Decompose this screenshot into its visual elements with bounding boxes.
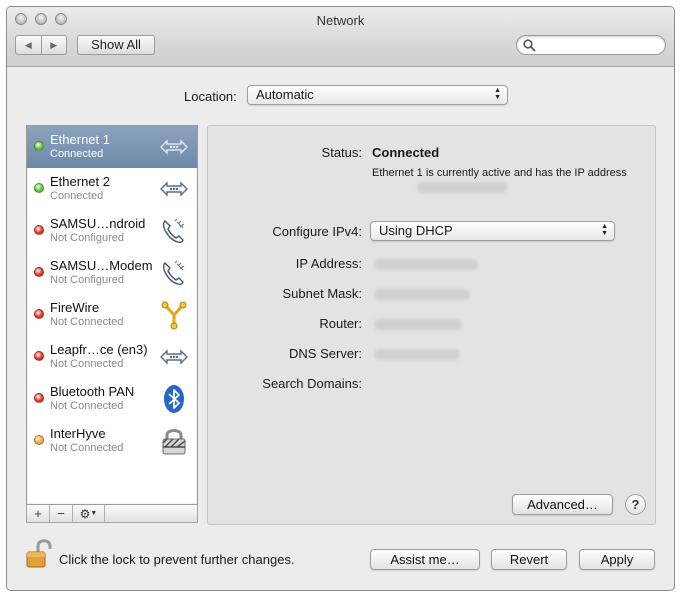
service-item-samsung-android[interactable]: SAMSU…ndroid Not Configured <box>27 210 197 252</box>
service-list-toolbar: + − ⚙ ▼ <box>26 505 198 523</box>
configure-ipv4-value: Using DHCP <box>379 223 453 238</box>
service-list: Ethernet 1 Connected Ethernet 2 Connecte… <box>26 125 198 505</box>
router-label: Router: <box>319 316 362 331</box>
status-description: Ethernet 1 is currently active and has t… <box>372 166 632 180</box>
status-dot <box>34 435 44 445</box>
phone-icon <box>162 260 185 285</box>
service-item-leapfrog-en3[interactable]: Leapfr…ce (en3) Not Connected <box>27 336 197 378</box>
service-name: Ethernet 2 <box>50 174 110 189</box>
assist-me-button[interactable]: Assist me… <box>370 549 480 570</box>
gear-icon: ⚙ <box>79 506 91 521</box>
service-status: Not Configured <box>50 274 124 286</box>
ethernet-icon <box>160 181 188 197</box>
service-name: SAMSU…ndroid <box>50 216 146 231</box>
router-value <box>374 319 462 330</box>
status-dot <box>34 309 44 319</box>
service-name: SAMSU…Modem <box>50 258 153 273</box>
window-title: Network <box>316 13 365 28</box>
service-name: FireWire <box>50 300 100 315</box>
status-dot <box>34 141 44 151</box>
service-item-bluetooth-pan[interactable]: Bluetooth PAN Not Connected <box>27 378 197 420</box>
apply-button[interactable]: Apply <box>579 549 655 570</box>
status-dot <box>34 267 44 277</box>
service-item-ethernet-2[interactable]: Ethernet 2 Connected <box>27 168 197 210</box>
chevron-down-icon: ▼ <box>90 510 98 517</box>
ip-address-label: IP Address: <box>295 256 362 271</box>
service-name: InterHyve <box>50 426 106 441</box>
service-status: Connected <box>50 190 104 202</box>
service-status: Not Configured <box>50 232 124 244</box>
configure-ipv4-label: Configure IPv4: <box>272 224 362 239</box>
status-dot <box>34 225 44 235</box>
help-button[interactable]: ? <box>625 494 646 515</box>
service-detail-pane: Status: Connected Ethernet 1 is currentl… <box>207 125 656 525</box>
configure-ipv4-popup[interactable]: Using DHCP ▲ ▼ <box>370 221 615 241</box>
lock-icon[interactable] <box>25 537 53 569</box>
search-field[interactable] <box>516 35 666 55</box>
status-description-text: Ethernet 1 is currently active and has t… <box>372 167 627 179</box>
bluetooth-icon <box>164 385 184 413</box>
service-status: Not Connected <box>50 316 124 328</box>
title-bar: Network ◀ ▶ Show All <box>7 7 674 67</box>
service-item-firewire[interactable]: FireWire Not Connected <box>27 294 197 336</box>
location-value: Automatic <box>256 87 314 102</box>
status-dot <box>34 393 44 403</box>
add-service-button[interactable]: + <box>27 505 50 522</box>
advanced-button[interactable]: Advanced… <box>512 494 613 515</box>
subnet-mask-label: Subnet Mask: <box>282 286 363 301</box>
location-label: Location: <box>184 89 237 104</box>
ip-address-value <box>374 259 478 270</box>
service-status: Connected <box>50 148 104 160</box>
status-dot <box>34 351 44 361</box>
service-status: Not Connected <box>50 442 124 454</box>
redacted-ip <box>417 182 507 193</box>
show-all-button[interactable]: Show All <box>77 35 155 55</box>
service-name: Leapfr…ce (en3) <box>50 342 148 357</box>
service-status: Not Connected <box>50 358 124 370</box>
search-icon <box>523 39 536 52</box>
vpn-lock-icon <box>162 429 186 455</box>
firewire-icon <box>161 301 187 330</box>
network-preferences-window: Network ◀ ▶ Show All Location: Automatic… <box>6 6 675 591</box>
dns-server-value <box>374 349 460 360</box>
status-dot <box>34 183 44 193</box>
ethernet-icon <box>160 349 188 365</box>
service-name: Ethernet 1 <box>50 132 110 147</box>
remove-service-button[interactable]: − <box>50 505 73 522</box>
service-item-samsung-modem[interactable]: SAMSU…Modem Not Configured <box>27 252 197 294</box>
service-item-ethernet-1[interactable]: Ethernet 1 Connected <box>27 126 197 168</box>
back-arrow-icon[interactable]: ◀ <box>16 36 42 54</box>
gear-menu-button[interactable]: ⚙ ▼ <box>73 505 105 522</box>
search-domains-label: Search Domains: <box>262 376 362 391</box>
subnet-mask-value <box>374 289 470 300</box>
forward-arrow-icon[interactable]: ▶ <box>42 36 67 54</box>
phone-icon <box>162 218 185 243</box>
back-forward-buttons: ◀ ▶ <box>15 35 67 55</box>
lock-status-text: Click the lock to prevent further change… <box>59 552 295 567</box>
revert-button[interactable]: Revert <box>491 549 567 570</box>
service-status: Not Connected <box>50 400 124 412</box>
popup-arrows-icon: ▲ ▼ <box>494 87 501 101</box>
location-popup[interactable]: Automatic ▲ ▼ <box>247 85 508 105</box>
popup-arrows-icon: ▲ ▼ <box>601 223 608 237</box>
service-item-interhyve[interactable]: InterHyve Not Connected <box>27 420 197 462</box>
status-value: Connected <box>372 145 440 160</box>
dns-server-label: DNS Server: <box>289 346 362 361</box>
service-name: Bluetooth PAN <box>50 384 135 399</box>
status-label: Status: <box>321 145 362 160</box>
ethernet-icon <box>160 139 188 155</box>
